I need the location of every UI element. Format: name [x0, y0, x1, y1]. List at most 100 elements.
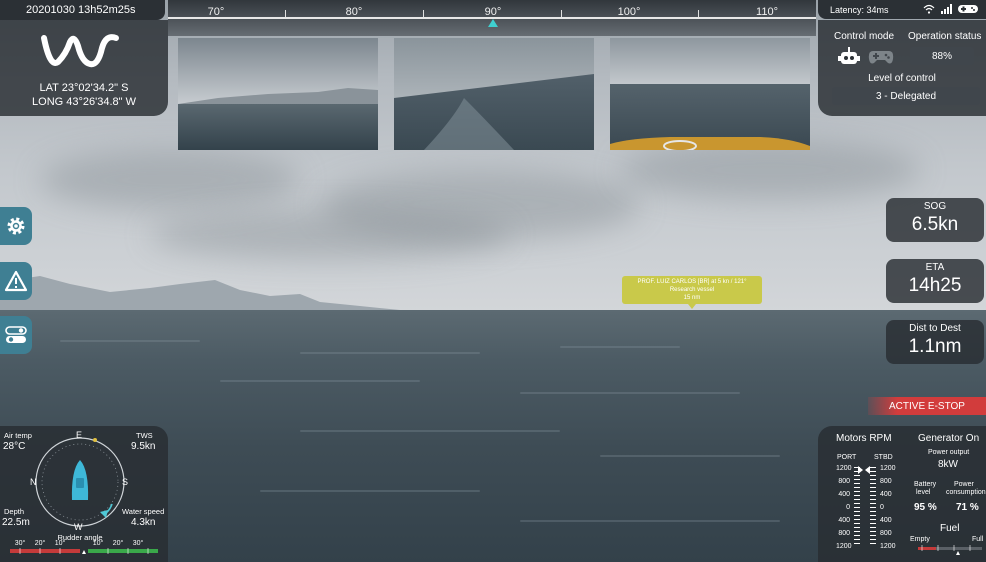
port-label: PORT [837, 454, 857, 461]
latency-bar: Latency: 34ms [818, 0, 986, 19]
control-mode-label: Control mode [834, 31, 895, 42]
power-output-value: 8kW [938, 459, 958, 470]
robot-icon[interactable] [838, 47, 860, 67]
camera-feed-left[interactable] [178, 38, 378, 150]
battery-label: Battery [914, 481, 937, 488]
stbd-label: STBD [874, 454, 893, 461]
rudder-tick: 10° [92, 540, 104, 547]
wave [560, 346, 680, 348]
rpm-tick-stbd: 400 [880, 491, 892, 498]
signal-icon [941, 4, 952, 14]
fuel-gauge [918, 545, 982, 555]
dist-to-dest-label: Dist to Dest [909, 323, 961, 334]
warning-icon [4, 270, 28, 292]
rpm-tick-stbd: 800 [880, 478, 892, 485]
compass-east-label: E [76, 430, 83, 440]
settings-button[interactable] [0, 207, 32, 245]
wave [520, 392, 740, 394]
brand-logo-icon [41, 34, 119, 68]
rpm-tick-stbd: 800 [880, 530, 892, 537]
status-icons [923, 4, 978, 14]
control-panel: Control mode Operation status 88% Level … [818, 20, 986, 116]
cloud [150, 210, 510, 260]
datetime-bar: 20201030 13h52m25s [0, 0, 165, 20]
gamepad-icon[interactable] [868, 49, 894, 65]
sog-value: 6.5kn [911, 214, 959, 235]
camera-feed-right[interactable] [610, 38, 810, 150]
tws-value: 9.5kn [131, 441, 156, 452]
rpm-tick-stbd: 400 [880, 517, 892, 524]
camera-image [178, 38, 378, 150]
wave [300, 430, 560, 432]
power-output-label: Power output [928, 449, 970, 456]
gear-icon [7, 217, 25, 235]
heading-marker-icon [488, 19, 498, 27]
longitude-text: LONG 43°26'34.8" W [32, 96, 136, 108]
power-consumption-label: Power [954, 481, 974, 488]
camera-image [610, 38, 810, 150]
fuel-label: Fuel [940, 523, 960, 534]
rudder-tick: 10° [54, 540, 66, 547]
wifi-icon [923, 4, 935, 14]
rudder-tick: 20° [112, 540, 124, 547]
rpm-tick-port: 800 [838, 478, 850, 485]
water-speed-value: 4.3kn [131, 517, 156, 528]
sog-label: SOG [923, 201, 947, 212]
ais-vessel-distance: 15 nm [683, 295, 701, 301]
rudder-tick: 20° [34, 540, 46, 547]
datetime-text: 20201030 13h52m25s [26, 4, 136, 16]
eta-metric: ETA 14h25 [886, 259, 984, 303]
battery-value: 95 % [914, 502, 937, 513]
estop-button[interactable]: ACTIVE E-STOP [868, 397, 986, 415]
compass-west-label: W [74, 522, 83, 532]
eta-value: 14h25 [908, 275, 962, 296]
battery-label-2: level [916, 489, 931, 496]
power-consumption-label-2: consumption [946, 489, 986, 496]
power-panel: Motors RPM Generator On PORT STBD 1200 8… [818, 426, 986, 562]
generator-status-label: Generator On [918, 433, 980, 444]
rpm-tick-port: 0 [846, 504, 850, 511]
position-panel: LAT 23°02'34.2" S LONG 43°26'34.8" W [0, 20, 168, 116]
camera-image [394, 38, 594, 150]
rpm-tick-port: 400 [838, 517, 850, 524]
camera-feed-center[interactable] [394, 38, 594, 150]
wave [600, 455, 780, 457]
eta-label: ETA [925, 262, 945, 273]
dist-to-dest-metric: Dist to Dest 1.1nm [886, 320, 984, 364]
rpm-tick-stbd: 1200 [880, 543, 896, 550]
heading-tape: 70° 80° 90° 100° 110° [168, 0, 816, 36]
fuel-empty-label: Empty [910, 536, 930, 543]
dist-to-dest-value: 1.1nm [908, 336, 962, 357]
wave [520, 520, 780, 522]
air-temp-value: 28°C [3, 441, 26, 452]
operation-status-value: 88% [910, 47, 974, 65]
boat-icon [71, 460, 89, 500]
operation-status-label: Operation status [908, 31, 982, 42]
toggle-icon [5, 326, 27, 343]
rudder-angle-bar [10, 548, 158, 554]
level-of-control-select[interactable]: 3 - Delegated [832, 87, 980, 105]
camera-strip [168, 36, 816, 154]
depth-value: 22.5m [2, 517, 30, 528]
air-temp-label: Air temp [4, 431, 32, 440]
toggles-button[interactable] [0, 316, 32, 354]
wave [220, 380, 420, 382]
depth-label: Depth [4, 507, 25, 516]
gamepad-status-icon [958, 5, 978, 13]
wave [300, 352, 480, 354]
rudder-tick: 30° [132, 540, 144, 547]
power-consumption-value: 71 % [956, 502, 979, 513]
level-of-control-label: Level of control [868, 73, 936, 84]
rpm-indicator-icon [858, 466, 870, 474]
rudder-tick: 30° [14, 540, 26, 547]
compass-south-label: S [122, 477, 129, 487]
ais-target-tag[interactable]: PROF. LUIZ CARLOS [BR] at 5 kn / 121° Re… [622, 276, 762, 309]
port-rpm-gauge [854, 467, 860, 547]
cloud [40, 150, 300, 210]
fuel-full-label: Full [972, 536, 984, 543]
latency-text: Latency: 34ms [830, 4, 889, 15]
compass-north-label: N [30, 477, 37, 487]
rpm-tick-stbd: 0 [880, 504, 884, 511]
alerts-button[interactable] [0, 262, 32, 300]
tws-label: TWS [136, 431, 153, 440]
